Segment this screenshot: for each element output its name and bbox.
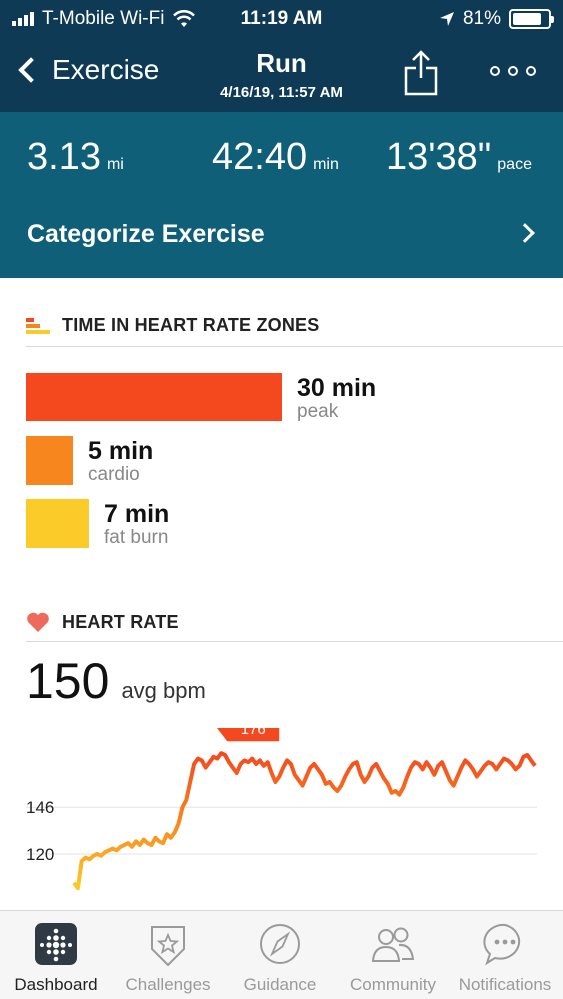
share-icon[interactable]	[404, 48, 438, 96]
tab-bar: Dashboard Challenges Guidance Community	[0, 910, 563, 999]
zones-title: TIME IN HEART RATE ZONES	[62, 315, 320, 335]
avg-bpm-value: 150	[26, 653, 110, 709]
distance-unit: mi	[106, 156, 124, 173]
distance-stat: 3.13 mi	[27, 136, 124, 179]
zone-fatburn-name: fat burn	[104, 527, 169, 548]
heart-rate-series-line	[72, 751, 537, 891]
page-subtitle: 4/16/19, 11:57 AM	[220, 84, 343, 101]
duration-unit: min	[313, 156, 339, 173]
zone-fatburn-minutes: 7 min	[104, 500, 170, 528]
more-options-icon[interactable]	[490, 66, 536, 76]
tab-community[interactable]: Community	[337, 911, 449, 999]
categorize-label: Categorize Exercise	[27, 220, 265, 248]
tab-challenges[interactable]: Challenges	[112, 911, 224, 999]
heart-rate-chart: 146 120 176	[26, 728, 537, 891]
battery-icon	[509, 9, 554, 29]
tab-notifications[interactable]: Notifications	[449, 911, 561, 999]
tab-notifications-label: Notifications	[458, 975, 552, 994]
heart-rate-section-header: HEART RATE	[26, 611, 179, 633]
zone-fatburn-bar	[26, 499, 89, 548]
compass-icon	[260, 924, 300, 964]
divider	[26, 346, 563, 347]
peak-marker-label: 176	[241, 728, 266, 738]
status-bar: T-Mobile Wi-Fi 11:19 AM 81%	[0, 0, 563, 38]
divider	[26, 641, 563, 642]
avg-bpm-label: avg bpm	[121, 678, 206, 703]
pace-value: 13'38"	[386, 136, 492, 178]
page-title: Run	[256, 48, 307, 78]
chevron-right-icon	[515, 223, 535, 243]
zone-peak-minutes: 30 min	[297, 374, 377, 402]
avg-heart-rate: 150 avg bpm	[26, 652, 206, 710]
zone-cardio-name: cardio	[88, 464, 140, 485]
categorize-exercise-button[interactable]: Categorize Exercise	[0, 204, 563, 264]
header: T-Mobile Wi-Fi 11:19 AM 81% Exercise Run…	[0, 0, 563, 112]
battery-fill	[513, 13, 541, 25]
chat-bubble-icon	[483, 923, 521, 966]
pace-unit: pace	[497, 156, 532, 173]
challenges-star-badge-icon	[151, 926, 185, 967]
heart-icon	[27, 612, 49, 632]
dashboard-icon	[35, 923, 77, 965]
zones-section-header: TIME IN HEART RATE ZONES	[26, 315, 319, 336]
nav-bar: Exercise Run 4/16/19, 11:57 AM	[0, 38, 563, 112]
zones-bars-icon	[26, 317, 50, 334]
duration-value: 42:40	[212, 136, 308, 178]
zone-peak-bar	[26, 373, 282, 421]
y-tick-label: 120	[26, 845, 54, 864]
battery-percent: 81%	[462, 8, 501, 29]
tab-dashboard[interactable]: Dashboard	[0, 911, 112, 999]
location-arrow-icon	[439, 12, 454, 26]
exercise-summary: 3.13 mi 42:40 min 13'38" pace Categorize…	[0, 112, 563, 278]
peak-marker: 176	[217, 728, 280, 742]
zone-cardio-bar	[26, 436, 73, 485]
pace-stat: 13'38" pace	[386, 136, 532, 179]
duration-stat: 42:40 min	[212, 136, 339, 179]
tab-guidance[interactable]: Guidance	[224, 911, 336, 999]
zone-peak-name: peak	[297, 401, 339, 422]
people-icon	[371, 927, 415, 962]
distance-value: 3.13	[27, 136, 101, 178]
y-tick-label: 146	[26, 798, 54, 817]
zone-cardio-minutes: 5 min	[88, 437, 154, 465]
heart-rate-title: HEART RATE	[62, 611, 179, 632]
status-right: 81%	[439, 8, 554, 30]
